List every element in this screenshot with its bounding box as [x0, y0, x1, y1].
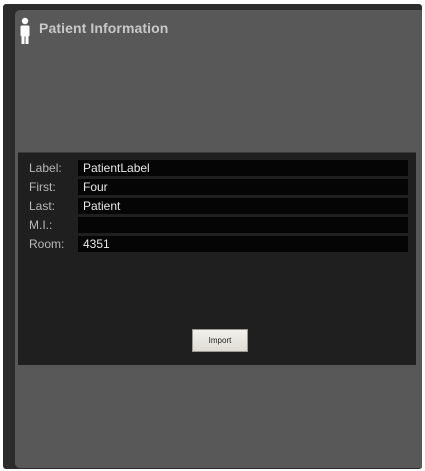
import-button[interactable]: Import — [192, 329, 248, 352]
last-name-field[interactable]: Patient — [78, 198, 408, 214]
label-field-label: Label: — [29, 161, 62, 175]
middle-initial-field[interactable] — [78, 217, 408, 233]
panel-title: Patient Information — [39, 20, 169, 36]
room-field[interactable]: 4351 — [78, 236, 408, 252]
first-name-label: First: — [29, 180, 56, 194]
label-field[interactable]: PatientLabel — [78, 160, 408, 176]
room-label: Room: — [29, 237, 65, 251]
first-name-field[interactable]: Four — [78, 179, 408, 195]
patient-form: Label: PatientLabel First: Four Last: Pa… — [18, 152, 416, 365]
last-name-label: Last: — [29, 199, 56, 213]
middle-initial-label: M.I.: — [29, 218, 53, 232]
person-icon — [20, 17, 30, 44]
